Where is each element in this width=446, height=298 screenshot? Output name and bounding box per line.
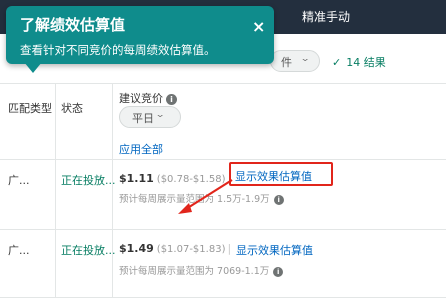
arrow-shaft [185,179,233,210]
arrow-head [178,203,192,214]
tooltip-popover: 了解绩效估算值 × 查看针对不同竞价的每周绩效估算值。 [6,6,274,64]
tooltip-title: 了解绩效估算值 [20,16,126,34]
tooltip-pointer [24,62,42,73]
tooltip-body: 查看针对不同竞价的每周绩效估算值。 [20,43,216,57]
close-icon[interactable]: × [252,19,265,35]
